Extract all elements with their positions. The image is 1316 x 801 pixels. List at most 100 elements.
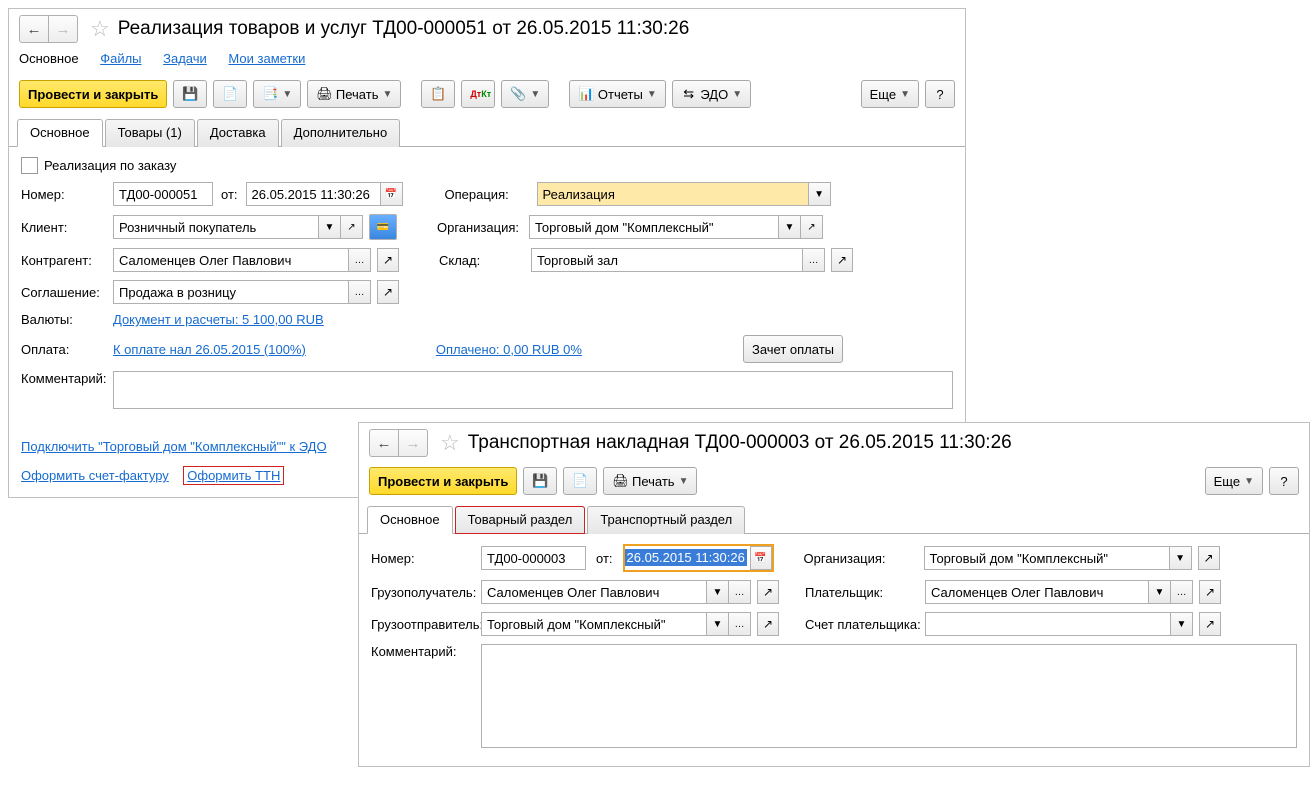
comment-label: Комментарий: [21, 371, 113, 386]
payer-account-input[interactable] [925, 612, 1171, 636]
client-dropdown-button[interactable]: ▼ [319, 215, 341, 239]
contractor-input[interactable]: Саломенцев Олег Павлович [113, 248, 349, 272]
paid-link[interactable]: Оплачено: 0,00 RUB 0% [436, 342, 582, 357]
payer-account-open-button[interactable]: ↗ [1199, 612, 1221, 636]
currency-link[interactable]: Документ и расчеты: 5 100,00 RUB [113, 312, 324, 327]
create-invoice-link[interactable]: Оформить счет-фактуру [21, 468, 169, 483]
edo-button[interactable]: ⇆ ЭДО▼ [672, 80, 751, 108]
calendar-button-2[interactable]: 📅 [750, 546, 772, 570]
nav-back-button-2[interactable]: ← [369, 429, 399, 457]
edo-icon: ⇆ [681, 86, 697, 102]
tab-goods-section[interactable]: Товарный раздел [455, 506, 586, 534]
print-button-2[interactable]: 🖨 Печать▼ [603, 467, 697, 495]
linkbar-main[interactable]: Основное [19, 51, 79, 66]
consignor-dropdown-button[interactable]: ▼ [707, 612, 729, 636]
warehouse-open-button[interactable]: ↗ [831, 248, 853, 272]
help-button-2[interactable]: ? [1269, 467, 1299, 495]
date-input[interactable]: 26.05.2015 11:30:26 [246, 182, 381, 206]
consignee-more-button[interactable]: … [729, 580, 751, 604]
favorite-star-icon-2[interactable]: ☆ [440, 430, 460, 456]
client-card-button[interactable]: 💳 [369, 214, 397, 240]
payer-dropdown-button[interactable]: ▼ [1149, 580, 1171, 604]
nav-forward-button-2[interactable]: → [399, 429, 428, 457]
consignor-open-button[interactable]: ↗ [757, 612, 779, 636]
linkbar-files[interactable]: Файлы [100, 51, 141, 66]
payer-open-button[interactable]: ↗ [1199, 580, 1221, 604]
linkbar-tasks[interactable]: Задачи [163, 51, 207, 66]
tab-main-2[interactable]: Основное [367, 506, 453, 534]
agreement-input[interactable]: Продажа в розницу [113, 280, 349, 304]
contractor-open-button[interactable]: ↗ [377, 248, 399, 272]
consignor-more-button[interactable]: … [729, 612, 751, 636]
tab-transport-section[interactable]: Транспортный раздел [587, 506, 745, 534]
attached-files-button[interactable]: 📎▼ [501, 80, 549, 108]
client-input[interactable]: Розничный покупатель [113, 215, 319, 239]
payer-more-button[interactable]: … [1171, 580, 1193, 604]
client-label: Клиент: [21, 220, 113, 235]
help-button[interactable]: ? [925, 80, 955, 108]
consignee-dropdown-button[interactable]: ▼ [707, 580, 729, 604]
nav-forward-button[interactable]: → [49, 15, 78, 43]
consignee-input[interactable]: Саломенцев Олег Павлович [481, 580, 707, 604]
linkbar-notes[interactable]: Мои заметки [228, 51, 305, 66]
favorite-star-icon[interactable]: ☆ [90, 16, 110, 42]
agreement-label: Соглашение: [21, 285, 113, 300]
number-input[interactable]: ТД00-000051 [113, 182, 213, 206]
create-on-basis-button[interactable]: 📑▼ [253, 80, 301, 108]
number-input-2[interactable]: ТД00-000003 [481, 546, 586, 570]
tab-extra[interactable]: Дополнительно [281, 119, 401, 147]
offset-payment-button[interactable]: Зачет оплаты [743, 335, 843, 363]
org-input-2[interactable]: Торговый дом "Комплексный" [924, 546, 1170, 570]
more-button-2[interactable]: Еще▼ [1205, 467, 1263, 495]
post-button[interactable]: 📄 [213, 80, 247, 108]
agreement-open-button[interactable]: ↗ [377, 280, 399, 304]
org-open-button-2[interactable]: ↗ [1198, 546, 1220, 570]
org-dropdown-button[interactable]: ▼ [779, 215, 801, 239]
payer-label: Плательщик: [805, 585, 925, 600]
save-button[interactable]: 💾 [173, 80, 207, 108]
warehouse-input[interactable]: Торговый зал [531, 248, 803, 272]
by-order-label: Реализация по заказу [44, 158, 176, 173]
payer-account-dropdown-button[interactable]: ▼ [1171, 612, 1193, 636]
payment-schedule-link[interactable]: К оплате нал 26.05.2015 (100%) [113, 342, 306, 357]
contractor-label: Контрагент: [21, 253, 113, 268]
dt-kt-button[interactable]: ДтКт [461, 80, 495, 108]
tab-goods[interactable]: Товары (1) [105, 119, 195, 147]
org-dropdown-button-2[interactable]: ▼ [1170, 546, 1192, 570]
consignee-open-button[interactable]: ↗ [757, 580, 779, 604]
post-and-close-button[interactable]: Провести и закрыть [19, 80, 167, 108]
comment-textarea-2[interactable] [481, 644, 1297, 748]
more-button[interactable]: Еще▼ [861, 80, 919, 108]
edo-connect-link[interactable]: Подключить "Торговый дом "Комплексный"" … [21, 439, 327, 454]
operation-select[interactable]: Реализация [537, 182, 809, 206]
agreement-more-button[interactable]: … [349, 280, 371, 304]
show-list-button[interactable]: 📋 [421, 80, 455, 108]
payment-label: Оплата: [21, 342, 113, 357]
consignor-input[interactable]: Торговый дом "Комплексный" [481, 612, 707, 636]
create-ttn-link[interactable]: Оформить ТТН [187, 468, 280, 483]
reports-button[interactable]: 📊 Отчеты▼ [569, 80, 665, 108]
tab-main[interactable]: Основное [17, 119, 103, 147]
tab-bar-2: Основное Товарный раздел Транспортный ра… [359, 505, 1309, 534]
date-input-2[interactable]: 26.05.2015 11:30:26 [625, 546, 750, 568]
print-button[interactable]: 🖨 Печать▼ [307, 80, 401, 108]
tab-delivery[interactable]: Доставка [197, 119, 279, 147]
nav-back-button[interactable]: ← [19, 15, 49, 43]
comment-textarea[interactable] [113, 371, 953, 409]
operation-label: Операция: [445, 187, 537, 202]
calendar-button[interactable]: 📅 [381, 182, 403, 206]
payer-input[interactable]: Саломенцев Олег Павлович [925, 580, 1149, 604]
by-order-checkbox[interactable] [21, 157, 38, 174]
post-button-2[interactable]: 📄 [563, 467, 597, 495]
client-open-button[interactable]: ↗ [341, 215, 363, 239]
warehouse-more-button[interactable]: … [803, 248, 825, 272]
org-input[interactable]: Торговый дом "Комплексный" [529, 215, 779, 239]
create-ttn-highlight: Оформить ТТН [183, 466, 284, 485]
contractor-more-button[interactable]: … [349, 248, 371, 272]
post-and-close-button-2[interactable]: Провести и закрыть [369, 467, 517, 495]
save-button-2[interactable]: 💾 [523, 467, 557, 495]
operation-dropdown-button[interactable]: ▼ [809, 182, 831, 206]
post-icon: 📄 [572, 473, 588, 489]
card-icon: 💳 [377, 222, 389, 233]
org-open-button[interactable]: ↗ [801, 215, 823, 239]
